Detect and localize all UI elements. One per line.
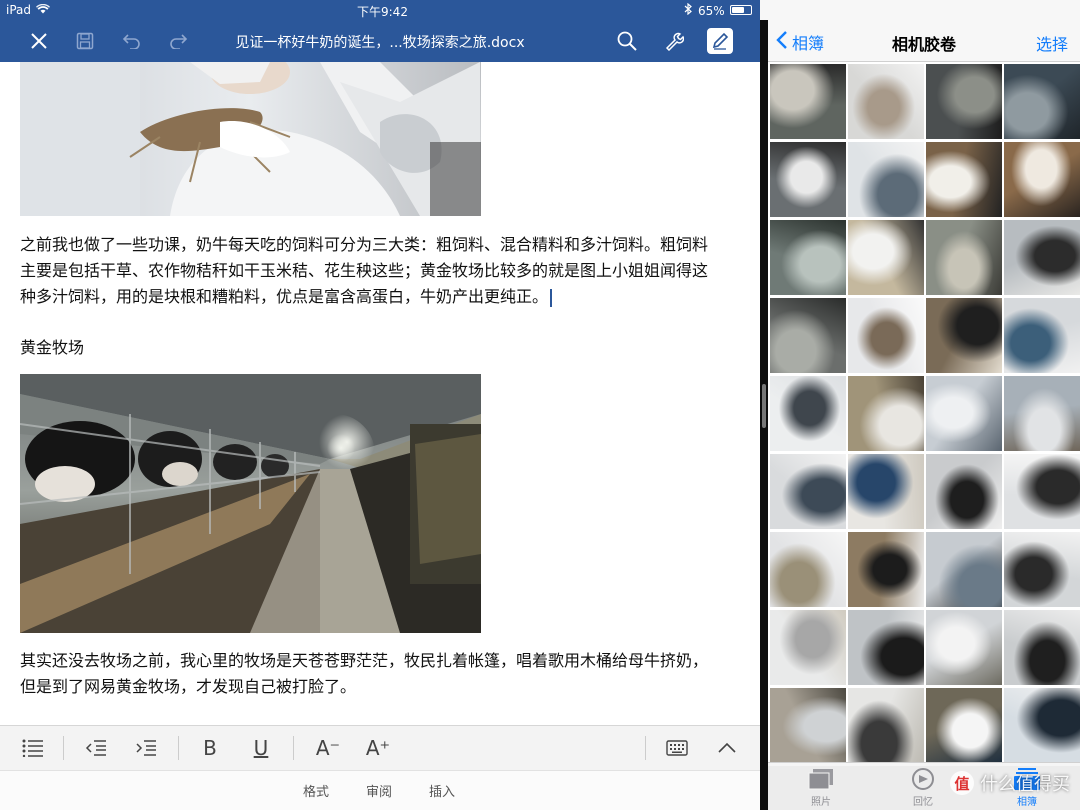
decrease-font-button[interactable]: A⁻ [311, 733, 345, 763]
photo-thumbnail[interactable] [770, 220, 846, 295]
keyboard-icon[interactable] [662, 733, 692, 763]
close-icon[interactable] [26, 28, 52, 54]
photo-thumbnail[interactable] [1004, 454, 1080, 529]
photo-thumbnail[interactable] [770, 64, 846, 139]
heading-golden-ranch[interactable]: 黄金牧场 [20, 335, 720, 361]
photo-thumbnail[interactable] [926, 298, 1002, 373]
increase-font-button[interactable]: A⁺ [361, 733, 395, 763]
photo-thumbnail[interactable] [770, 532, 846, 607]
redo-icon[interactable] [165, 28, 191, 54]
chevron-up-icon[interactable] [712, 733, 742, 763]
tab-format[interactable]: 格式 [303, 781, 329, 800]
battery-percent: 65% [698, 3, 725, 18]
tab-photos[interactable]: 照片 [786, 767, 856, 808]
toolbar-divider [178, 736, 179, 760]
search-icon[interactable] [614, 28, 640, 54]
photo-thumbnail[interactable] [848, 688, 924, 763]
watermark: 值 什么值得买 [950, 770, 1070, 796]
photo-thumbnail[interactable] [1004, 688, 1080, 763]
photo-thumbnail[interactable] [926, 64, 1002, 139]
paragraph-feed-text: 之前我也做了一些功课，奶牛每天吃的饲料可分为三大类：粗饲料、混合精料和多汁饲料。… [20, 235, 709, 306]
wrench-icon[interactable] [661, 28, 687, 54]
select-button[interactable]: 选择 [1036, 31, 1068, 55]
photo-thumbnail[interactable] [926, 532, 1002, 607]
photo-thumbnail[interactable] [848, 376, 924, 451]
photo-thumbnail[interactable] [926, 688, 1002, 763]
album-title: 相机胶卷 [891, 35, 956, 54]
photo-thumbnail[interactable] [848, 610, 924, 685]
toolbar-divider [293, 736, 294, 760]
status-bar: iPad 下午9:42 [0, 0, 760, 20]
document-image-feed[interactable] [20, 62, 481, 216]
photo-thumbnail[interactable] [1004, 298, 1080, 373]
paragraph-feed[interactable]: 之前我也做了一些功课，奶牛每天吃的饲料可分为三大类：粗饲料、混合精料和多汁饲料。… [20, 232, 720, 310]
word-header-bar: 见证一杯好牛奶的诞生，...牧场探索之旅.docx [0, 20, 760, 62]
bullet-list-icon[interactable] [18, 733, 48, 763]
photo-thumbnail[interactable] [926, 376, 1002, 451]
watermark-text: 什么值得买 [980, 774, 1070, 795]
photo-thumbnail[interactable] [770, 142, 846, 217]
screen: iPad 下午9:42 65% 见证一杯好牛奶的诞生，...牧场探索之旅.doc… [0, 0, 1080, 810]
photo-thumbnail[interactable] [770, 688, 846, 763]
tab-photos-label: 照片 [811, 797, 831, 808]
underline-button[interactable]: U [246, 733, 276, 763]
document-canvas[interactable]: 之前我也做了一些功课，奶牛每天吃的饲料可分为三大类：粗饲料、混合精料和多汁饲料。… [0, 62, 760, 725]
save-icon[interactable] [72, 28, 98, 54]
document-image-barn[interactable] [20, 374, 481, 633]
photo-thumbnail[interactable] [848, 142, 924, 217]
decrease-indent-icon[interactable] [81, 733, 111, 763]
pen-icon[interactable] [707, 28, 733, 54]
photo-thumbnail[interactable] [848, 64, 924, 139]
bold-button[interactable]: B [195, 733, 225, 763]
photo-thumbnail[interactable] [926, 142, 1002, 217]
battery-icon [730, 5, 752, 15]
tab-memories-label: 回忆 [913, 797, 933, 808]
photo-thumbnail[interactable] [770, 610, 846, 685]
undo-icon[interactable] [119, 28, 145, 54]
photo-thumbnail[interactable] [1004, 142, 1080, 217]
photo-thumbnail[interactable] [1004, 532, 1080, 607]
status-bar-right: 65% [684, 0, 1080, 20]
tab-memories[interactable]: 回忆 [888, 767, 958, 808]
photo-thumbnail[interactable] [926, 610, 1002, 685]
formatting-toolbar: B U A⁻ A⁺ [0, 725, 760, 770]
photo-thumbnail[interactable] [1004, 64, 1080, 139]
tab-review[interactable]: 审阅 [366, 781, 392, 800]
text-cursor [550, 288, 553, 307]
photo-thumbnail[interactable] [848, 454, 924, 529]
toolbar-divider [645, 736, 646, 760]
document-title[interactable]: 见证一杯好牛奶的诞生，...牧场探索之旅.docx [200, 32, 560, 52]
photo-grid [768, 62, 1080, 766]
tab-insert[interactable]: 插入 [429, 781, 455, 800]
photo-thumbnail[interactable] [1004, 220, 1080, 295]
split-view-handle[interactable] [762, 384, 766, 428]
photo-thumbnail[interactable] [926, 220, 1002, 295]
bluetooth-icon [684, 2, 692, 18]
increase-indent-icon[interactable] [131, 733, 161, 763]
wifi-icon [36, 3, 51, 17]
photo-thumbnail[interactable] [770, 298, 846, 373]
photo-thumbnail[interactable] [848, 220, 924, 295]
photo-thumbnail[interactable] [1004, 376, 1080, 451]
photo-thumbnail[interactable] [926, 454, 1002, 529]
paragraph-ranch[interactable]: 其实还没去牧场之前，我心里的牧场是天苍苍野茫茫，牧民扎着帐篷，唱着歌用木桶给母牛… [20, 648, 720, 700]
photo-thumbnail[interactable] [1004, 610, 1080, 685]
watermark-logo: 值 [950, 771, 974, 795]
photo-thumbnail[interactable] [848, 298, 924, 373]
memories-icon [912, 768, 934, 790]
device-name: iPad [6, 3, 32, 17]
photo-thumbnail[interactable] [848, 532, 924, 607]
ribbon-tabs: 格式 审阅 插入 [0, 770, 760, 810]
photo-thumbnail[interactable] [770, 454, 846, 529]
toolbar-divider [63, 736, 64, 760]
status-time: 下午9:42 [357, 5, 408, 19]
photos-nav-bar: 相簿 相机胶卷 选择 [768, 20, 1080, 62]
photos-icon [808, 769, 833, 790]
photo-thumbnail[interactable] [770, 376, 846, 451]
